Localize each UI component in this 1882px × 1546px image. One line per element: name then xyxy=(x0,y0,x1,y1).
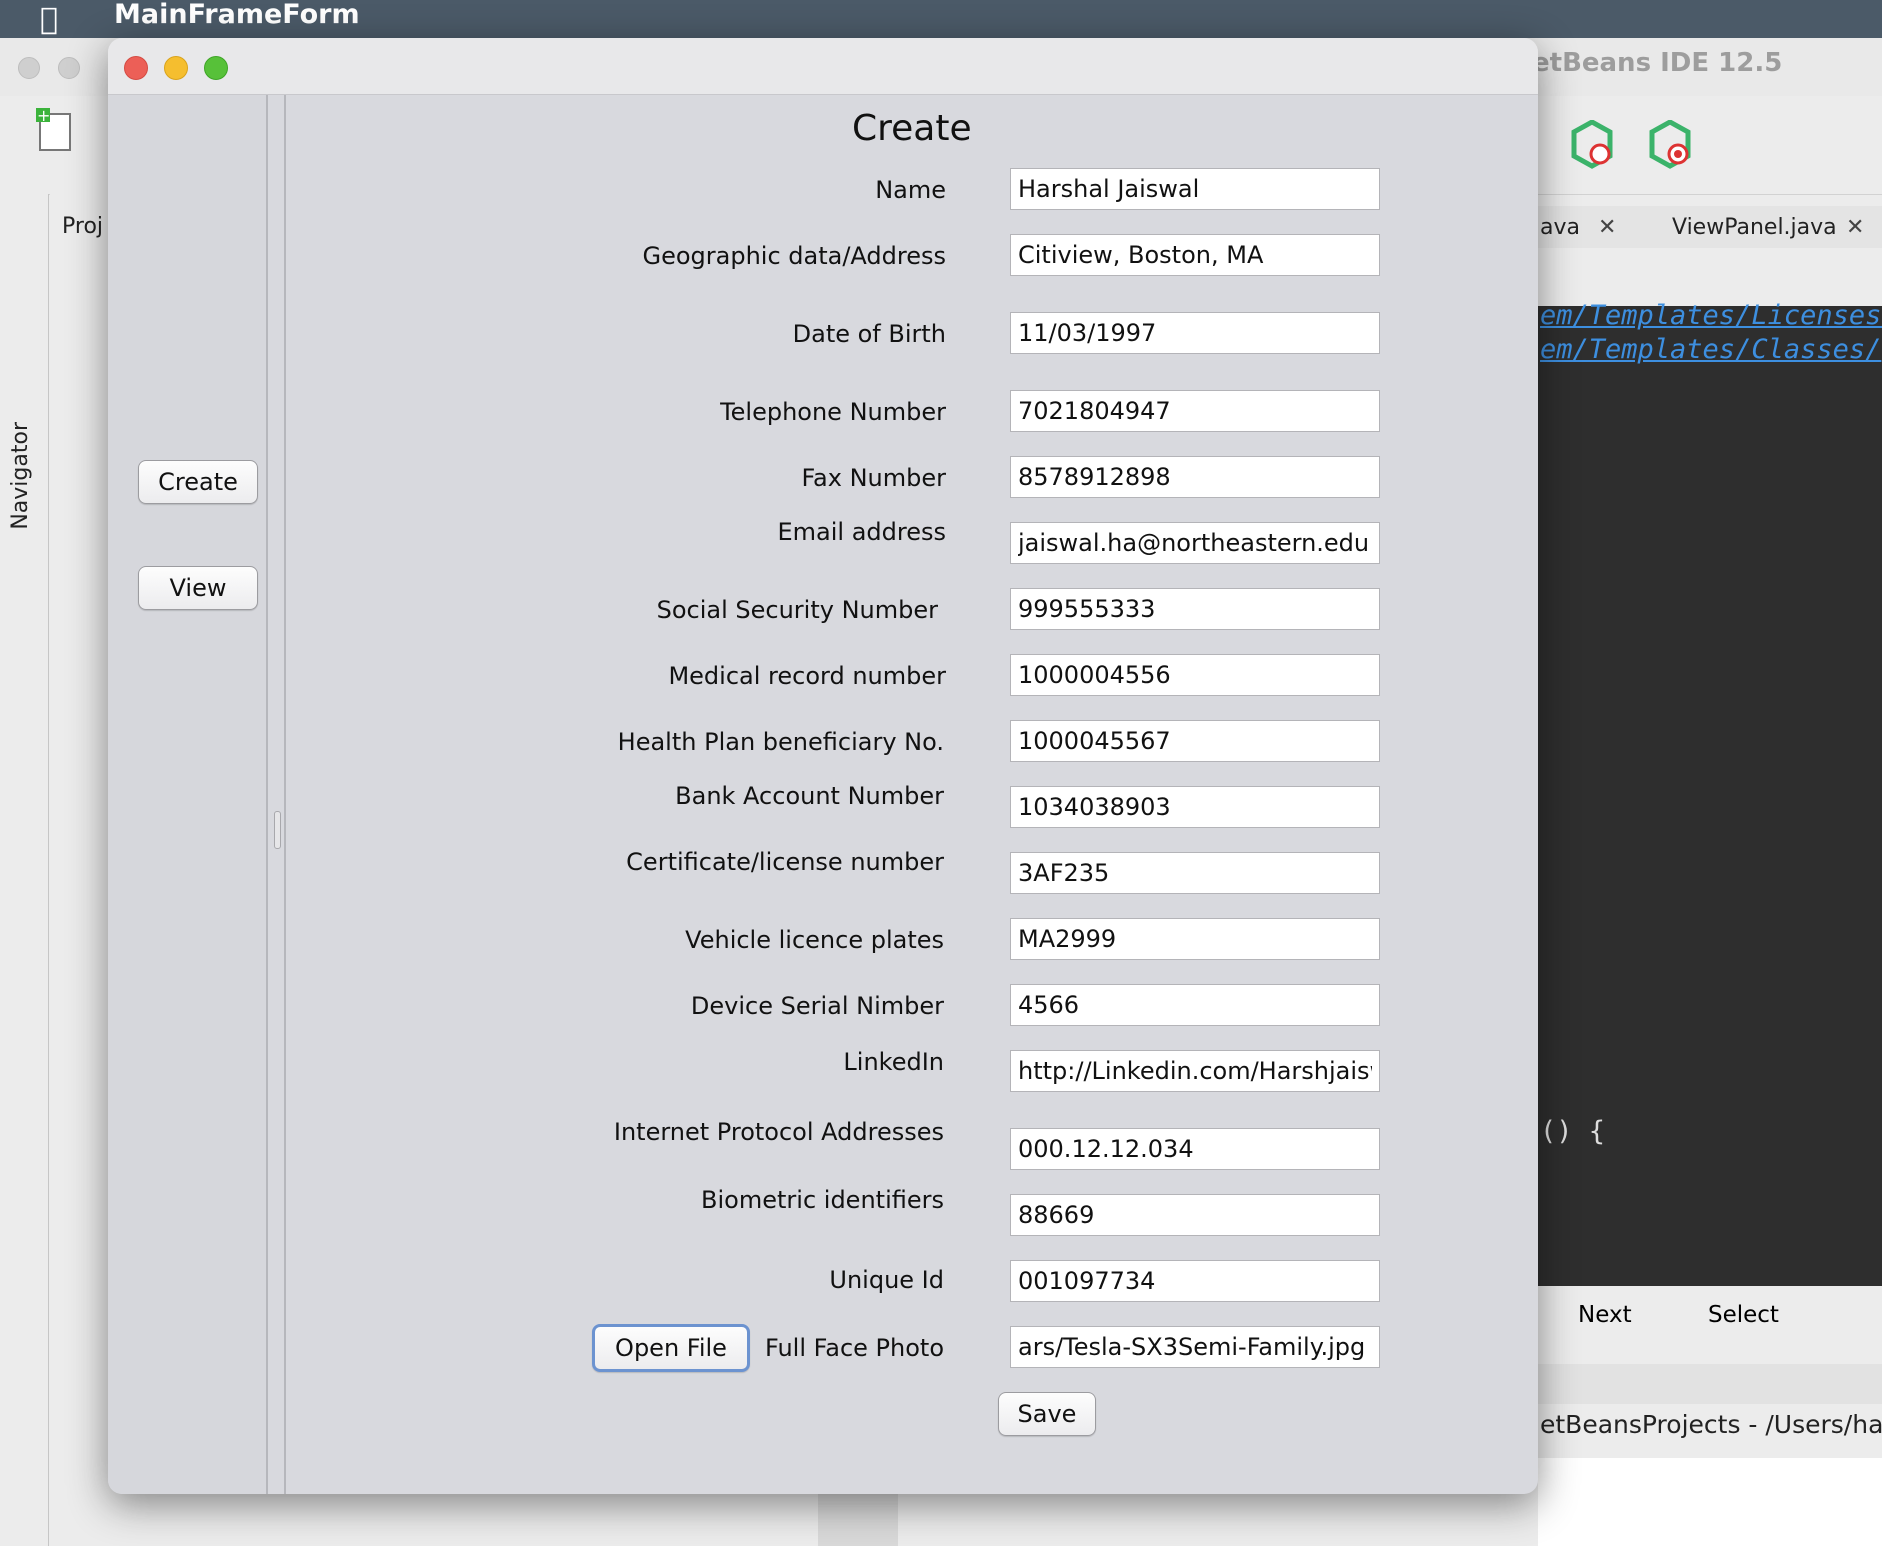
license-number-field[interactable] xyxy=(1010,852,1380,894)
tab-java-file[interactable]: ava xyxy=(1540,212,1580,244)
control-panel: Create View xyxy=(108,95,268,1494)
field-label: Medical record number xyxy=(668,662,946,690)
window-titlebar xyxy=(108,38,1538,95)
close-window-button[interactable] xyxy=(124,56,148,80)
open-file-button[interactable]: Open File xyxy=(592,1324,750,1372)
fax-field[interactable] xyxy=(1010,456,1380,498)
divider-grip[interactable] xyxy=(274,811,281,849)
unique-id-field[interactable] xyxy=(1010,1260,1380,1302)
field-label: Device Serial Nimber xyxy=(690,992,944,1020)
minimize-window-button[interactable] xyxy=(164,56,188,80)
ide-close-button[interactable] xyxy=(18,57,40,79)
field-label: Fax Number xyxy=(801,464,946,492)
zoom-window-button[interactable] xyxy=(204,56,228,80)
output-text: etBeansProjects - /Users/ha xyxy=(1540,1410,1882,1439)
ssn-field[interactable] xyxy=(1010,588,1380,630)
projects-tab[interactable]: Proj xyxy=(62,214,103,239)
create-nav-button[interactable]: Create xyxy=(138,460,258,504)
field-label: Name xyxy=(875,176,946,204)
close-icon[interactable]: ✕ xyxy=(1598,212,1616,244)
vehicle-plate-field[interactable] xyxy=(1010,918,1380,960)
main-frame-window: Create View Create Name Geographic data/… xyxy=(108,38,1538,1494)
field-label: Full Face Photo xyxy=(764,1334,944,1362)
address-field[interactable] xyxy=(1010,234,1380,276)
field-label: Unique Id xyxy=(829,1266,944,1294)
projects-panel xyxy=(50,194,110,1546)
ide-minimize-button[interactable] xyxy=(58,57,80,79)
find-bar: Next Select xyxy=(1538,1286,1882,1346)
field-label: Social Security Number xyxy=(656,596,938,624)
linkedin-field[interactable] xyxy=(1010,1050,1380,1092)
field-label: Biometric identifiers xyxy=(701,1186,944,1214)
code-link[interactable]: em/Templates/Classes/ xyxy=(1540,334,1881,365)
code-link[interactable]: em/Templates/Licenses/ xyxy=(1540,300,1882,331)
view-nav-button[interactable]: View xyxy=(138,566,258,610)
device-serial-field[interactable] xyxy=(1010,984,1380,1026)
tab-viewpanel[interactable]: ViewPanel.java xyxy=(1672,212,1837,244)
dob-field[interactable] xyxy=(1010,312,1380,354)
navigator-tab[interactable]: Navigator xyxy=(8,422,33,530)
svg-text:+: + xyxy=(37,106,50,125)
ide-left-strip: Navigator xyxy=(0,194,49,1546)
find-next-button[interactable]: Next xyxy=(1578,1302,1632,1328)
field-label: Certificate/license number xyxy=(626,848,944,876)
new-file-icon[interactable]: + xyxy=(34,106,76,152)
field-label: Internet Protocol Addresses xyxy=(613,1118,944,1146)
telephone-field[interactable] xyxy=(1010,390,1380,432)
form-title: Create xyxy=(852,108,972,149)
output-body xyxy=(1538,1458,1882,1546)
ip-address-field[interactable] xyxy=(1010,1128,1380,1170)
code-text: () { xyxy=(1540,1116,1606,1147)
health-plan-field[interactable] xyxy=(1010,720,1380,762)
split-pane-divider[interactable] xyxy=(270,95,286,1494)
field-label: Bank Account Number xyxy=(675,782,944,810)
save-button[interactable]: Save xyxy=(998,1392,1096,1436)
output-header xyxy=(1538,1364,1882,1404)
field-label: Telephone Number xyxy=(720,398,946,426)
photo-path-field[interactable] xyxy=(1010,1326,1380,1368)
apple-icon[interactable]:  xyxy=(40,2,58,37)
menu-bar:  MainFrameForm xyxy=(0,0,1882,38)
email-field[interactable] xyxy=(1010,522,1380,564)
profile-attach-icon[interactable] xyxy=(1648,120,1692,170)
bank-account-field[interactable] xyxy=(1010,786,1380,828)
ide-title: etBeans IDE 12.5 xyxy=(1532,48,1783,78)
medical-record-field[interactable] xyxy=(1010,654,1380,696)
field-label: Date of Birth xyxy=(792,320,946,348)
biometric-field[interactable] xyxy=(1010,1194,1380,1236)
field-label: Vehicle licence plates xyxy=(685,926,944,954)
ide-bottom-strip xyxy=(818,1490,898,1546)
field-label: LinkedIn xyxy=(843,1048,944,1076)
close-icon[interactable]: ✕ xyxy=(1846,212,1864,244)
app-name[interactable]: MainFrameForm xyxy=(114,0,360,30)
field-label: Geographic data/Address xyxy=(642,242,946,270)
field-label: Health Plan beneficiary No. xyxy=(617,728,944,756)
field-label: Email address xyxy=(777,518,946,546)
find-select-button[interactable]: Select xyxy=(1708,1302,1779,1328)
name-field[interactable] xyxy=(1010,168,1380,210)
profile-icon[interactable] xyxy=(1570,120,1614,170)
editor-tabs: ava ✕ ViewPanel.java ✕ xyxy=(1532,206,1882,248)
